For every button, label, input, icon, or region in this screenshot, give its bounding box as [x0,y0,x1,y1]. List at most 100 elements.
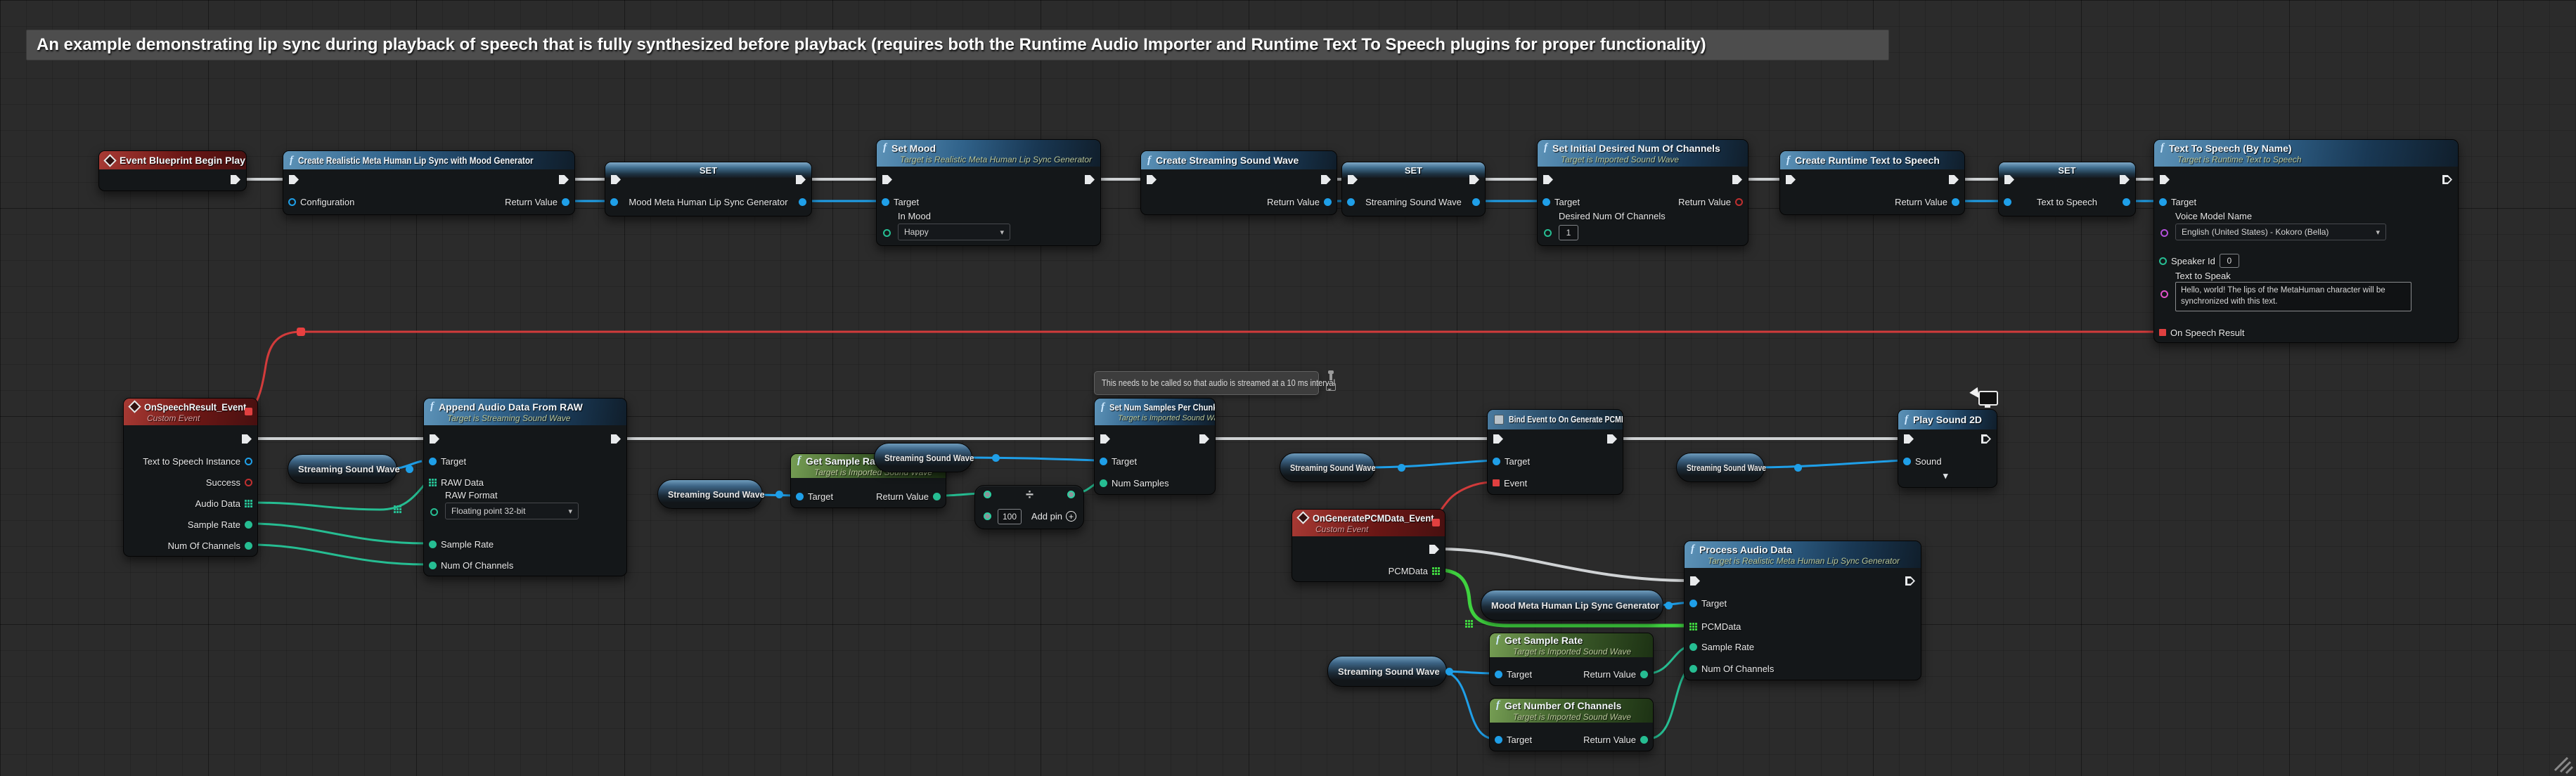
divide-input-b-pin[interactable] [984,512,991,520]
text-to-speak-pin[interactable] [2160,290,2168,298]
num-samples-pin[interactable] [1100,479,1107,487]
node-get-number-of-channels[interactable]: f Get Number Of Channels Target is Impor… [1489,698,1654,751]
node-set-mood[interactable]: f Set Mood Target is Realistic Meta Huma… [876,139,1101,246]
return-value-pin[interactable] [1735,198,1743,206]
variable-out-pin[interactable] [775,491,783,498]
pill-mood-lipsync-generator[interactable]: Mood Meta Human Lip Sync Generator [1481,590,1663,621]
exec-in-pin[interactable] [1100,434,1110,444]
pin-icon[interactable] [1329,374,1332,380]
target-pin[interactable] [1543,198,1550,206]
configuration-pin[interactable] [288,198,296,206]
exec-out-pin[interactable] [1905,576,1915,586]
variable-out-pin[interactable] [2123,198,2130,206]
raw-data-pin[interactable] [429,479,437,486]
exec-out-pin[interactable] [611,434,621,444]
event-pin[interactable] [1493,479,1500,486]
node-text-to-speech-by-name[interactable]: f Text To Speech (By Name) Target is Run… [2153,139,2459,343]
expand-node-chevron[interactable]: ▾ [1943,470,1948,481]
node-bind-event-to-on-generate-pcmdata[interactable]: Bind Event to On Generate PCMData Target… [1487,409,1623,495]
target-pin[interactable] [1689,600,1697,607]
divide-b-input[interactable]: 100 [998,509,1022,524]
blueprint-canvas[interactable]: { "banner": { "text": "An example demons… [0,0,2576,776]
node-process-audio-data[interactable]: f Process Audio Data Target is Realistic… [1684,541,1921,680]
add-pin-button[interactable]: Add pin + [1031,511,1076,522]
delegate-icon[interactable] [245,408,252,415]
tts-instance-pin[interactable] [245,458,252,465]
node-create-lipsync-generator[interactable]: f Create Realistic Meta Human Lip Sync w… [283,150,575,215]
target-pin[interactable] [1100,458,1107,465]
variable-out-pin[interactable] [799,198,806,206]
target-pin[interactable] [2159,198,2167,206]
exec-out-pin[interactable] [1321,175,1331,184]
pill-streaming-sound-wave[interactable]: Streaming Sound Wave [657,479,763,509]
target-pin[interactable] [1495,736,1502,744]
text-to-speak-input[interactable]: Hello, world! The lips of the MetaHuman … [2175,282,2411,311]
exec-in-pin[interactable] [289,175,299,184]
variable-out-pin[interactable] [1445,668,1453,675]
node-create-streaming-sound-wave[interactable]: f Create Streaming Sound Wave Return Val… [1140,150,1337,215]
exec-in-pin[interactable] [430,434,439,444]
target-pin[interactable] [796,493,804,500]
comment-bubble-controls[interactable] [1323,374,1339,391]
return-value-pin[interactable] [1324,198,1332,206]
node-set-text-to-speech-variable[interactable]: SET Text to Speech [1998,162,2136,216]
audio-data-pin[interactable] [245,500,252,507]
exec-out-pin[interactable] [1732,175,1742,184]
exec-in-pin[interactable] [1904,434,1914,444]
node-divide[interactable]: ÷ 100 Add pin + [974,485,1084,529]
variable-in-pin[interactable] [610,198,618,206]
variable-out-pin[interactable] [1665,602,1673,609]
exec-out-pin[interactable] [1199,434,1209,444]
return-value-pin[interactable] [1640,671,1648,678]
voice-model-pin[interactable] [2160,229,2168,237]
pill-streaming-sound-wave[interactable]: Streaming Sound Wave [1280,453,1375,482]
speaker-id-input[interactable]: 0 [2220,254,2239,268]
target-pin[interactable] [429,458,437,465]
exec-in-pin[interactable] [1786,175,1796,184]
exec-in-pin[interactable] [1493,434,1503,444]
node-comment-bubble[interactable]: This needs to be called so that audio is… [1094,371,1319,395]
variable-out-pin[interactable] [406,465,413,473]
divide-input-a-pin[interactable] [984,491,991,498]
exec-in-pin[interactable] [1147,175,1157,184]
teal-reroute-node[interactable] [394,505,401,513]
node-on-generate-pcmdata-event[interactable]: OnGeneratePCMData_Event Custom Event PCM… [1292,509,1445,582]
num-channels-pin[interactable] [245,542,252,550]
exec-in-pin[interactable] [882,175,892,184]
target-pin[interactable] [1495,671,1502,678]
in-mood-pin[interactable] [883,229,891,237]
divide-output-pin[interactable] [1067,491,1075,498]
node-event-begin-play[interactable]: Event Blueprint Begin Play [98,150,247,191]
voice-model-dropdown[interactable]: English (United States) - Kokoro (Bella)… [2175,224,2386,240]
return-value-pin[interactable] [1640,736,1648,744]
success-pin[interactable] [245,479,252,486]
exec-out-pin[interactable] [242,434,252,444]
node-on-speech-result-event[interactable]: OnSpeechResult_Event Custom Event Text t… [123,398,258,557]
exec-in-pin[interactable] [1690,576,1700,586]
pcmdata-pin[interactable] [1689,623,1697,630]
num-channels-pin[interactable] [429,562,437,569]
node-create-runtime-tts[interactable]: f Create Runtime Text to Speech Return V… [1779,150,1965,215]
node-get-sample-rate-bottom[interactable]: f Get Sample Rate Target is Imported Sou… [1489,633,1654,686]
node-set-num-samples-per-chunk[interactable]: f Set Num Samples Per Chunk Target is Im… [1094,398,1216,495]
delegate-icon[interactable] [1432,519,1440,526]
sound-pin[interactable] [1903,458,1911,465]
exec-out-pin[interactable] [1981,434,1991,444]
exec-out-pin[interactable] [1607,434,1617,444]
target-pin[interactable] [882,198,889,206]
pill-streaming-sound-wave[interactable]: Streaming Sound Wave [1676,453,1765,482]
variable-in-pin[interactable] [1347,198,1355,206]
on-speech-result-pin[interactable] [2159,329,2166,336]
sample-rate-pin[interactable] [245,521,252,529]
desired-num-pin[interactable] [1544,229,1552,237]
node-play-sound-2d[interactable]: f Play Sound 2D Sound ▾ [1898,409,1997,488]
node-set-mood-generator-variable[interactable]: SET Mood Meta Human Lip Sync Generator [605,162,812,216]
raw-format-pin[interactable] [430,508,438,516]
comment-icon[interactable] [1326,383,1336,391]
pill-streaming-sound-wave[interactable]: Streaming Sound Wave [874,443,972,472]
exec-in-pin[interactable] [2160,175,2170,184]
sample-rate-pin[interactable] [1689,643,1697,651]
variable-out-pin[interactable] [1398,464,1405,472]
return-value-pin[interactable] [933,493,941,500]
green-reroute-node[interactable] [1465,620,1473,628]
